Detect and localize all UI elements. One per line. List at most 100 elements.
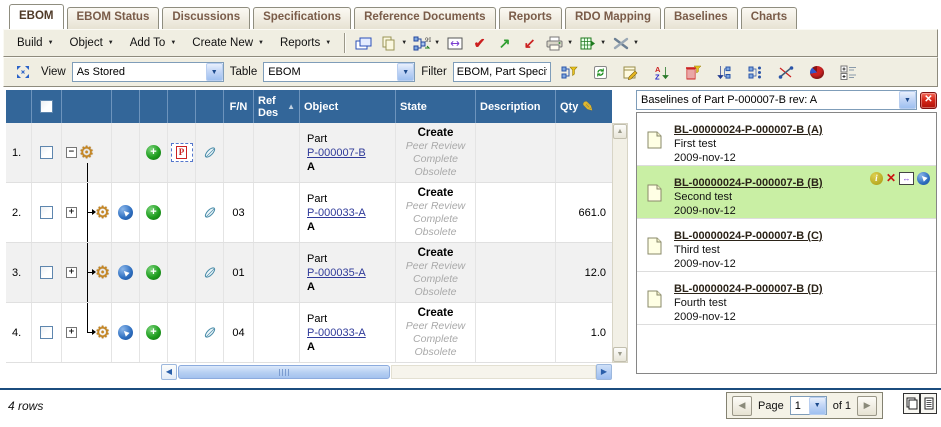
add-child-icon[interactable]: +: [146, 325, 161, 340]
chevron-down-icon[interactable]: ▼: [567, 40, 573, 46]
edit-table-icon[interactable]: [619, 61, 644, 83]
chevron-down-icon[interactable]: ▼: [434, 40, 440, 46]
scrollbar-thumb[interactable]: [178, 365, 390, 379]
menu-create-new[interactable]: Create New▼: [184, 37, 272, 49]
feather-edit-icon[interactable]: [203, 205, 217, 220]
chevron-down-icon[interactable]: ▼: [600, 40, 606, 46]
header-object[interactable]: Object: [300, 90, 396, 123]
export-table-icon[interactable]: [575, 32, 600, 54]
sort-az-icon[interactable]: AZ: [650, 61, 675, 83]
page-select[interactable]: 1 ▼: [790, 396, 827, 415]
tab-reports[interactable]: Reports: [499, 7, 562, 29]
scroll-down-icon[interactable]: ▼: [613, 347, 627, 362]
object-link[interactable]: P-000033-A: [307, 207, 366, 219]
object-link[interactable]: P-000035-A: [307, 267, 366, 279]
tab-ebom-status[interactable]: EBOM Status: [67, 7, 160, 29]
previous-page-button[interactable]: ◀: [732, 396, 752, 416]
scrollbar-track[interactable]: [391, 365, 596, 379]
info-icon[interactable]: i: [870, 172, 883, 185]
menu-build[interactable]: Build▼: [9, 37, 62, 49]
tab-ebom[interactable]: EBOM: [9, 4, 64, 29]
current-state: Create: [396, 127, 475, 140]
tab-specifications[interactable]: Specifications: [253, 7, 351, 29]
goto-part-icon[interactable]: ▶: [118, 205, 133, 220]
goto-part-icon[interactable]: ▶: [118, 265, 133, 280]
object-link[interactable]: P-000033-A: [307, 327, 366, 339]
header-description[interactable]: Description: [476, 90, 556, 123]
expand-toggle[interactable]: +: [66, 327, 77, 338]
baseline-link[interactable]: BL-00000024-P-000007-B (D): [674, 283, 823, 295]
open-baseline-icon[interactable]: ▶: [917, 172, 930, 185]
add-child-icon[interactable]: +: [146, 265, 161, 280]
tab-charts[interactable]: Charts: [741, 7, 797, 29]
row-checkbox[interactable]: [40, 146, 53, 159]
row-checkbox[interactable]: [40, 266, 53, 279]
menu-add-to[interactable]: Add To▼: [122, 37, 185, 49]
feather-edit-icon[interactable]: [203, 265, 217, 280]
tab-reference-documents[interactable]: Reference Documents: [354, 7, 495, 29]
tab-discussions[interactable]: Discussions: [162, 7, 250, 29]
filter-structure-icon[interactable]: [557, 61, 582, 83]
demote-arrow-icon[interactable]: ↙: [517, 32, 542, 54]
chevron-down-icon[interactable]: ▼: [633, 40, 639, 46]
refresh-icon[interactable]: [588, 61, 613, 83]
edit-column-icon[interactable]: ✎: [582, 99, 593, 115]
horizontal-scrollbar[interactable]: ◀ ▶: [6, 363, 612, 380]
menu-object[interactable]: Object▼: [62, 37, 122, 49]
baseline-link[interactable]: BL-00000024-P-000007-B (C): [674, 230, 823, 242]
expand-all-icon[interactable]: [836, 61, 861, 83]
scroll-up-icon[interactable]: ▲: [613, 124, 627, 139]
sort-ascending-icon[interactable]: ▲: [287, 102, 295, 111]
multi-page-view-button[interactable]: [903, 393, 920, 414]
image-manager-icon[interactable]: P: [171, 143, 193, 162]
expand-toggle[interactable]: +: [66, 267, 77, 278]
baseline-link[interactable]: BL-00000024-P-000007-B (A): [674, 124, 823, 136]
tab-baselines[interactable]: Baselines: [664, 7, 738, 29]
promote-arrow-icon[interactable]: ↗: [492, 32, 517, 54]
filter-input[interactable]: [453, 62, 551, 82]
baselines-select[interactable]: Baselines of Part P-000007-B rev: A ▼: [636, 90, 917, 110]
tools-icon[interactable]: [608, 32, 633, 54]
collapse-toggle[interactable]: −: [66, 147, 77, 158]
header-state[interactable]: State: [396, 90, 476, 123]
remove-filter-icon[interactable]: [681, 61, 706, 83]
send-structure-icon[interactable]: 99: [409, 32, 434, 54]
header-fn[interactable]: F/N: [224, 90, 254, 123]
approve-check-icon[interactable]: ✔: [467, 32, 492, 54]
delete-baseline-icon[interactable]: ✕: [886, 171, 896, 185]
vertical-scrollbar[interactable]: ▲ ▼: [612, 123, 628, 363]
menu-reports[interactable]: Reports▼: [272, 37, 339, 49]
header-qty[interactable]: Qty✎: [556, 90, 612, 123]
print-icon[interactable]: [542, 32, 567, 54]
structure-nodes-icon[interactable]: [743, 61, 768, 83]
single-page-view-button[interactable]: [920, 393, 937, 414]
sort-order-icon[interactable]: [712, 61, 737, 83]
cut-structure-icon[interactable]: [774, 61, 799, 83]
tab-rdo-mapping[interactable]: RDO Mapping: [565, 7, 661, 29]
compare-baseline-icon[interactable]: ↔: [899, 172, 914, 185]
view-select[interactable]: As Stored ▼: [72, 62, 224, 82]
header-ref-des[interactable]: RefDes ▲: [254, 90, 300, 123]
baseline-link[interactable]: BL-00000024-P-000007-B (B): [674, 177, 823, 189]
add-child-icon[interactable]: +: [146, 145, 161, 160]
new-window-icon[interactable]: [351, 32, 376, 54]
scroll-left-icon[interactable]: ◀: [161, 364, 177, 380]
object-link[interactable]: P-000007-B: [307, 147, 366, 159]
goto-part-icon[interactable]: ▶: [118, 325, 133, 340]
row-checkbox[interactable]: [40, 326, 53, 339]
feather-edit-icon[interactable]: [203, 325, 217, 340]
copy-icon[interactable]: [376, 32, 401, 54]
chevron-down-icon[interactable]: ▼: [401, 40, 407, 46]
feather-edit-icon[interactable]: [203, 145, 217, 160]
scroll-right-icon[interactable]: ▶: [596, 364, 612, 380]
close-panel-button[interactable]: ✕: [920, 92, 937, 109]
resize-table-icon[interactable]: [10, 61, 35, 83]
row-checkbox[interactable]: [40, 206, 53, 219]
add-child-icon[interactable]: +: [146, 205, 161, 220]
chart-icon[interactable]: [805, 61, 830, 83]
compare-window-icon[interactable]: [442, 32, 467, 54]
next-page-button[interactable]: ▶: [857, 396, 877, 416]
table-select[interactable]: EBOM ▼: [263, 62, 415, 82]
select-all-checkbox[interactable]: [40, 100, 53, 113]
expand-toggle[interactable]: +: [66, 207, 77, 218]
